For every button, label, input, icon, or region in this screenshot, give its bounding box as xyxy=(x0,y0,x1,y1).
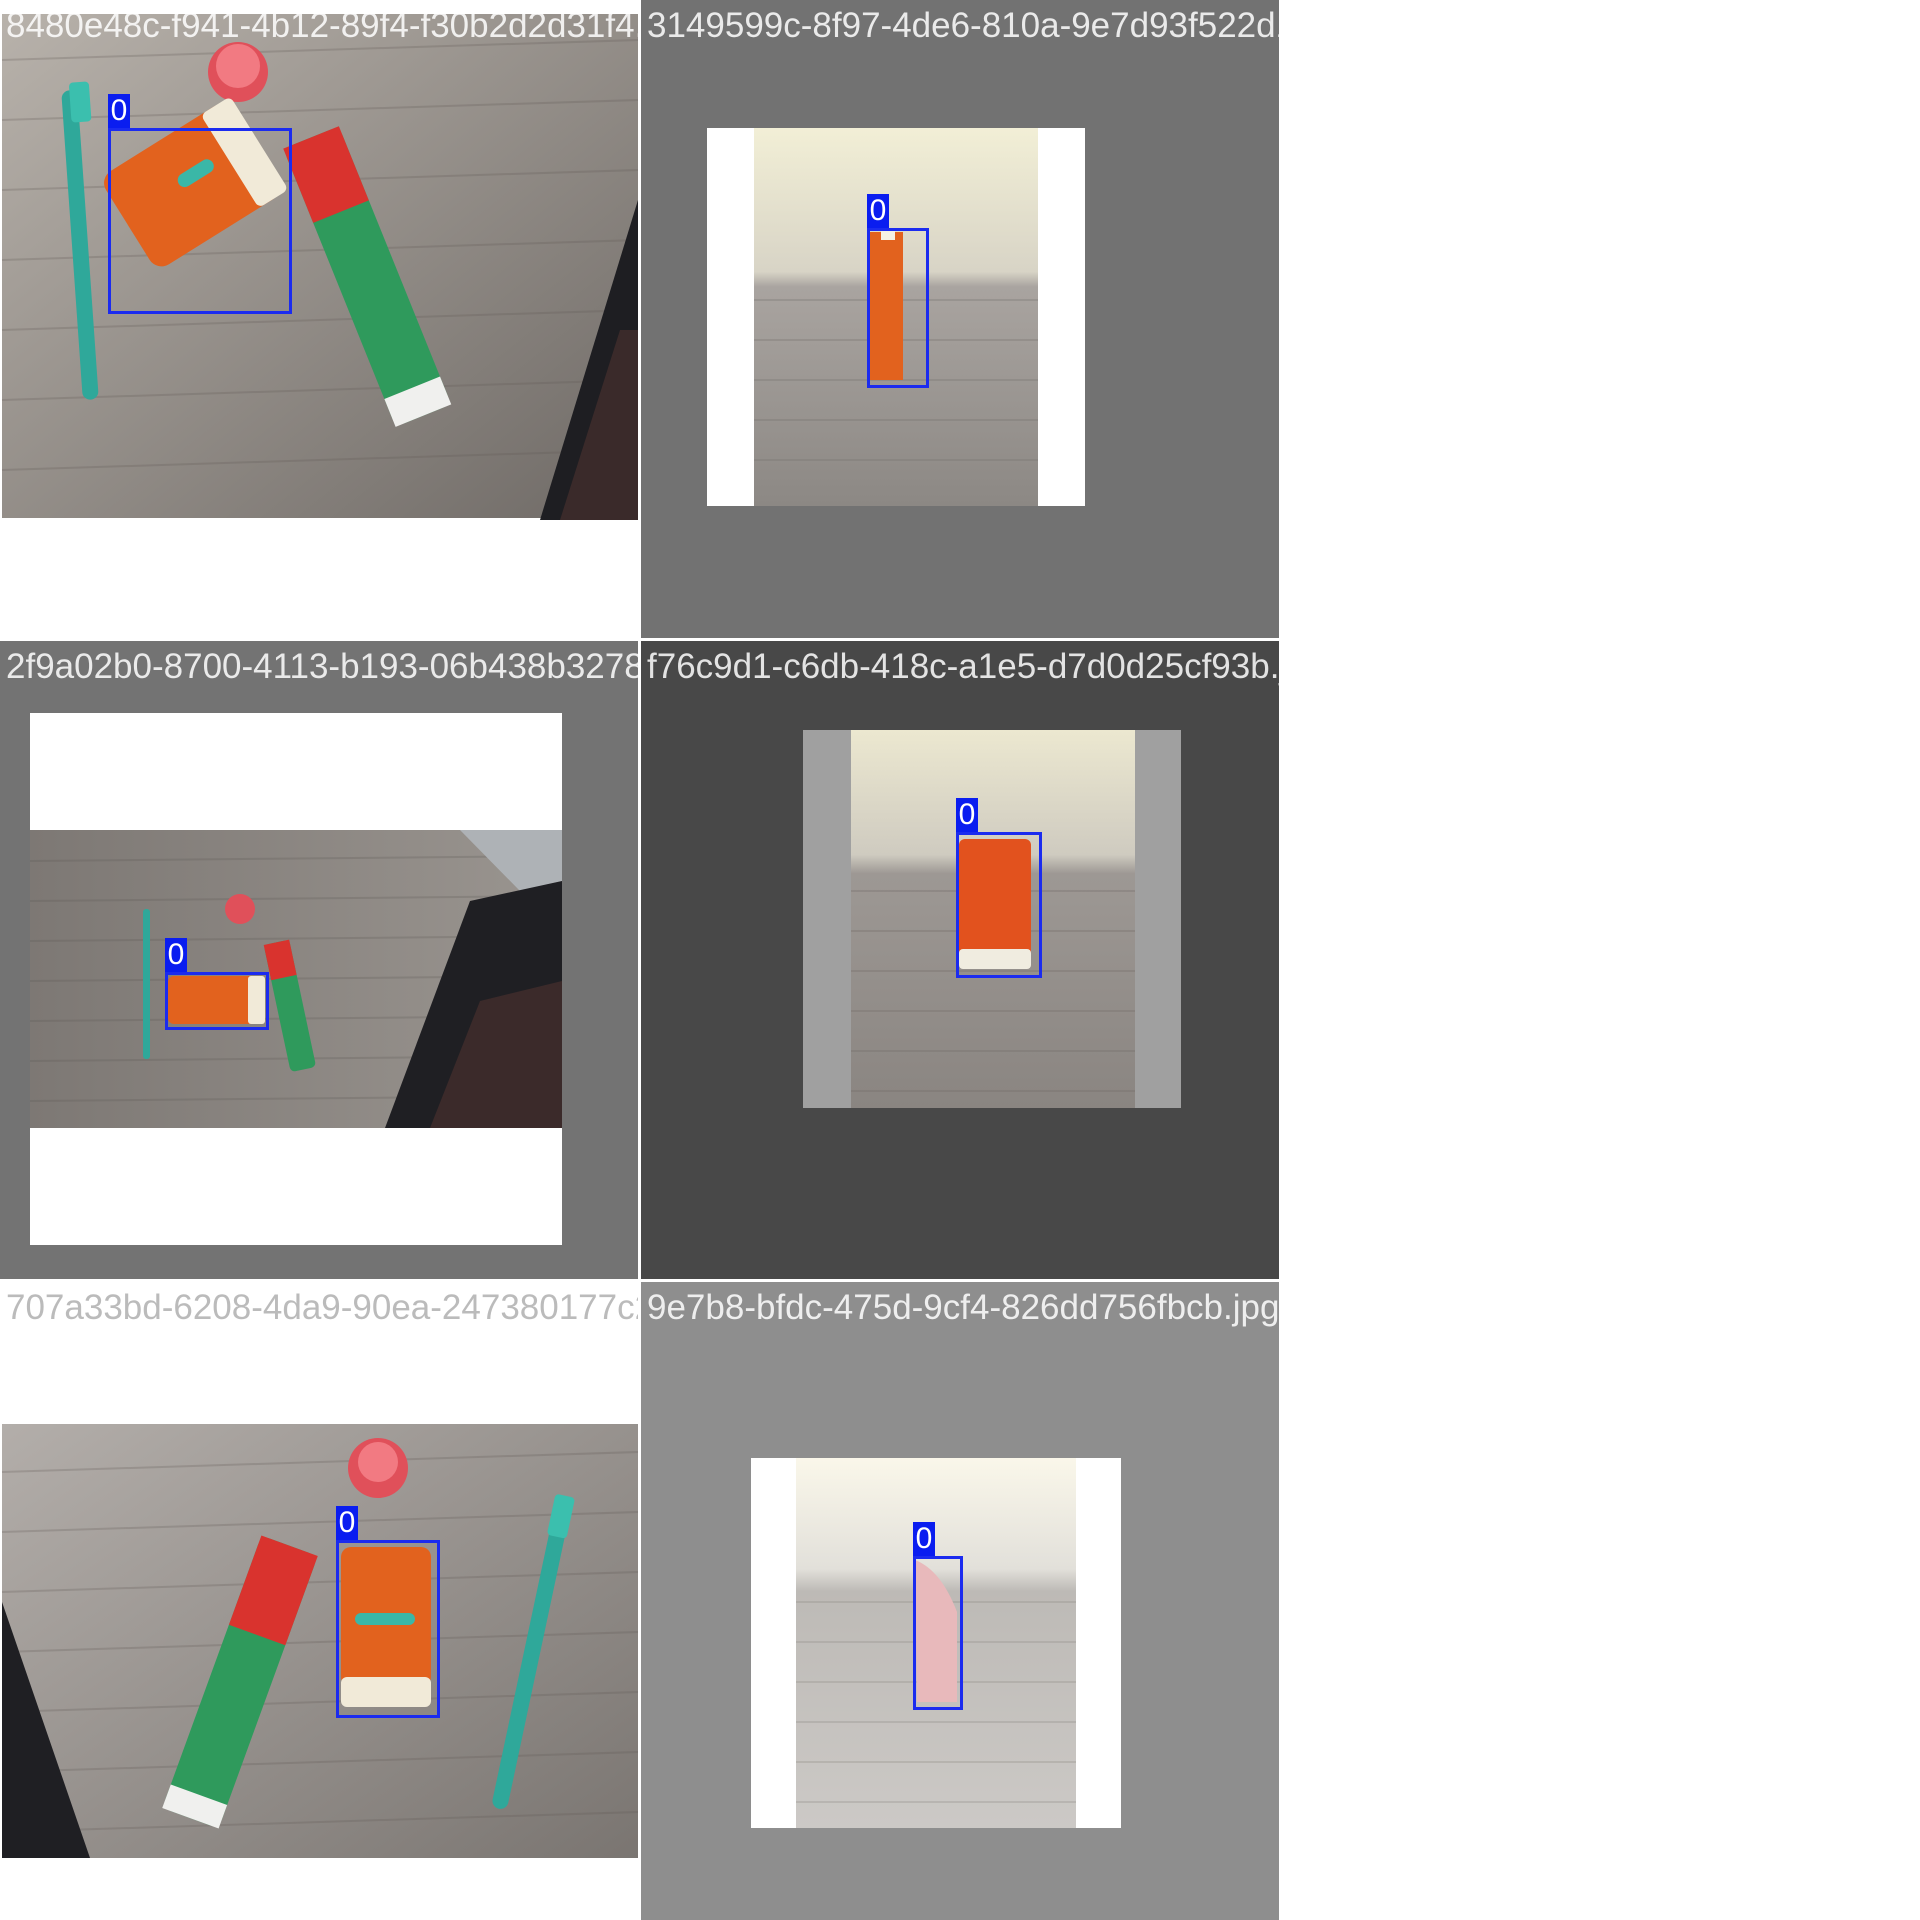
tile-5-filename: 707a33bd-6208-4da9-90ea-247380177c28.jpg xyxy=(6,1288,638,1327)
tile-4-filename: f76c9d1-c6db-418c-a1e5-d7d0d25cf93b.jpg xyxy=(647,647,1279,686)
tile-6-filename: 9e7b8-bfdc-475d-9cf4-826dd756fbcb.jpg xyxy=(647,1288,1279,1327)
tile-2-filename: 3149599c-8f97-4de6-810a-9e7d93f522d1.jpg xyxy=(647,6,1279,45)
tile-1-photo xyxy=(1,14,638,520)
tile-4: 0 f76c9d1-c6db-418c-a1e5-d7d0d25cf93b.jp… xyxy=(641,641,1279,1279)
detection-1 xyxy=(108,128,292,314)
detection-5 xyxy=(336,1540,440,1718)
tile-1-filename: 8480e48c-f941-4b12-89f4-f30b2d2d31f4.jpg xyxy=(6,6,638,45)
tile-5-photo xyxy=(1,1424,638,1858)
detection-2 xyxy=(867,228,929,388)
tile-1: 0 8480e48c-f941-4b12-89f4-f30b2d2d31f4.j… xyxy=(0,0,638,638)
detection-3-label: 0 xyxy=(165,938,187,972)
tile-2: 0 3149599c-8f97-4de6-810a-9e7d93f522d1.j… xyxy=(641,0,1279,638)
detection-1-label: 0 xyxy=(108,94,130,128)
tile-5: 0 707a33bd-6208-4da9-90ea-247380177c28.j… xyxy=(0,1282,638,1920)
detection-4-label: 0 xyxy=(956,798,978,832)
detection-6 xyxy=(913,1556,963,1710)
tile-6: 0 9e7b8-bfdc-475d-9cf4-826dd756fbcb.jpg xyxy=(641,1282,1279,1920)
tile-2-photo xyxy=(707,128,1085,506)
detection-4 xyxy=(956,832,1042,978)
tile-3: 0 2f9a02b0-8700-4113-b193-06b438b32786.j… xyxy=(0,641,638,1279)
tile-3-photo xyxy=(29,713,563,1245)
detection-2-label: 0 xyxy=(867,194,889,228)
tile-3-filename: 2f9a02b0-8700-4113-b193-06b438b32786.jpg xyxy=(6,647,638,686)
detection-3 xyxy=(165,972,269,1030)
detection-5-label: 0 xyxy=(336,1506,358,1540)
detection-6-label: 0 xyxy=(913,1522,935,1556)
